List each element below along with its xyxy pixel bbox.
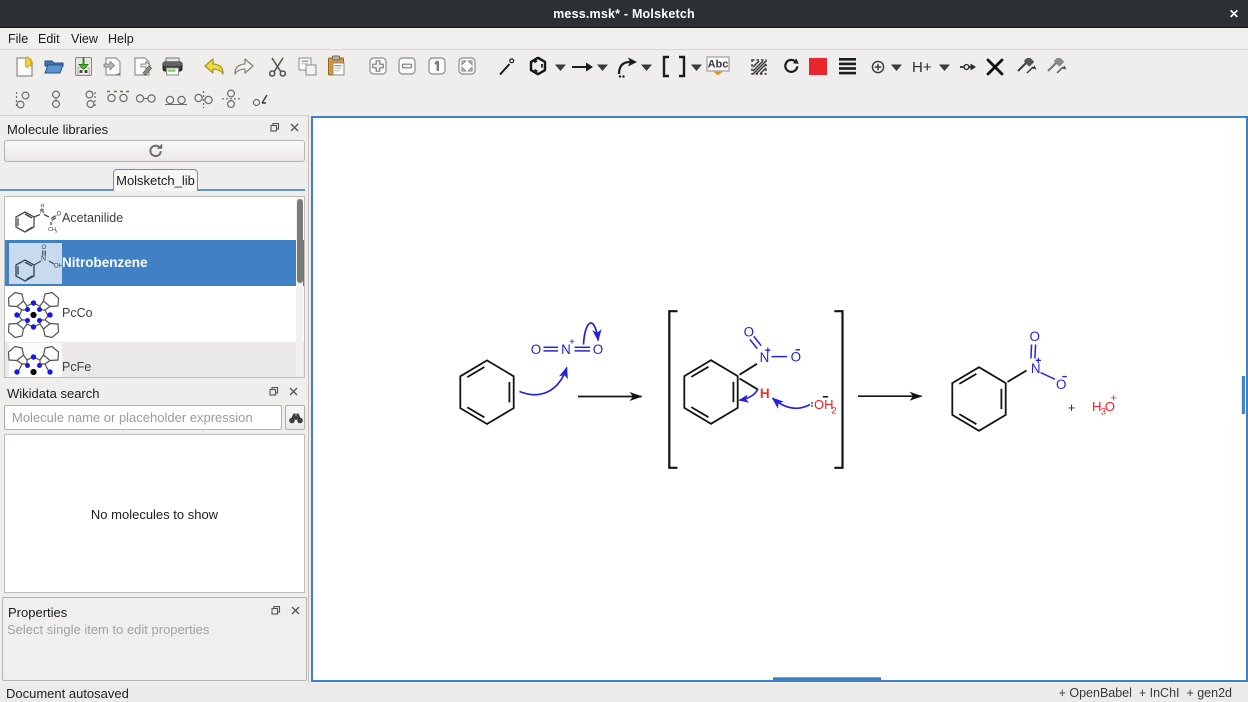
svg-text:O: O [1029,329,1039,344]
svg-text:OH: OH [54,264,62,270]
svg-text:N: N [41,256,46,263]
svg-text:+: + [569,337,575,348]
svg-text:+: + [1068,400,1076,415]
svg-text:O: O [593,342,603,357]
svg-text:3: 3 [55,229,58,234]
svg-text:O: O [1056,377,1066,392]
svg-text:O: O [531,342,541,357]
svg-text:O: O [744,324,754,339]
svg-text:N: N [40,210,44,216]
svg-text:O: O [42,245,47,251]
svg-text:+: + [1110,393,1116,405]
svg-text:N: N [1031,361,1041,376]
svg-text:N: N [760,350,770,365]
svg-text:O: O [791,350,801,365]
svg-text:2: 2 [831,406,836,417]
svg-text:Abc: Abc [708,59,729,71]
svg-text:H: H [760,386,770,401]
svg-text:H: H [41,204,45,210]
svg-text:O: O [57,212,62,218]
